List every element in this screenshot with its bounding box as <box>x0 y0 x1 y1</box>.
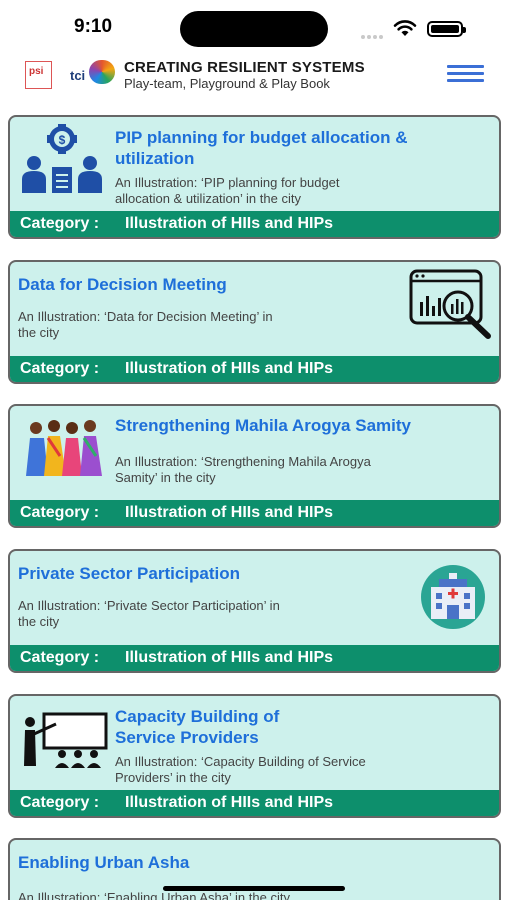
card-category-bar: Category : Illustration of HIIs and HIPs <box>10 790 499 816</box>
card-category-bar: Category : Illustration of HIIs and HIPs <box>10 645 499 671</box>
women-group-icon <box>26 420 102 476</box>
budget-team-icon: $ <box>22 124 102 193</box>
card-title: Data for Decision Meeting <box>18 275 227 294</box>
svg-text:$: $ <box>59 133 66 147</box>
battery-icon <box>427 21 466 37</box>
card-description: An Illustration: ‘PIP planning for budge… <box>115 175 340 206</box>
home-indicator[interactable] <box>163 886 345 891</box>
card-title: Capacity Building of Service Providers <box>115 707 280 747</box>
card-description: An Illustration: ‘Strengthening Mahila A… <box>115 454 371 485</box>
card-title: Strengthening Mahila Arogya Samity <box>115 416 411 435</box>
status-bar: 9:10 <box>0 0 507 56</box>
hamburger-menu-icon[interactable] <box>447 65 484 83</box>
card-description: An Illustration: ‘Private Sector Partici… <box>18 598 280 629</box>
category-label: Category : <box>20 649 100 666</box>
card-capacity-building[interactable]: Capacity Building of Service Providers An… <box>8 694 501 818</box>
card-category-bar: Category : Illustration of HIIs and HIPs <box>10 356 499 382</box>
category-label: Category : <box>20 794 100 811</box>
tci-logo-text: tci <box>70 68 86 83</box>
category-label: Category : <box>20 215 100 232</box>
category-value: Illustration of HIIs and HIPs <box>125 360 334 377</box>
card-data-for-decision[interactable]: Data for Decision Meeting An Illustratio… <box>8 260 501 384</box>
card-title: Private Sector Participation <box>18 564 241 583</box>
psi-logo: psi <box>25 61 52 89</box>
card-description: An Illustration: ‘Data for Decision Meet… <box>18 309 273 340</box>
status-time: 9:10 <box>74 16 113 37</box>
wifi-icon <box>393 20 417 36</box>
hospital-building-icon <box>421 565 485 629</box>
category-value: Illustration of HIIs and HIPs <box>125 649 334 666</box>
psi-logo-text: psi <box>29 66 44 77</box>
category-label: Category : <box>20 504 100 521</box>
data-analysis-icon <box>409 269 491 339</box>
page-title: CREATING RESILIENT SYSTEMS <box>124 59 365 76</box>
card-mahila-arogya[interactable]: Strengthening Mahila Arogya Samity An Il… <box>8 404 501 528</box>
tci-logo <box>89 60 115 84</box>
card-description: An Illustration: ‘Capacity Building of S… <box>115 754 366 785</box>
card-category-bar: Category : Illustration of HIIs and HIPs <box>10 211 499 237</box>
card-category-bar: Category : Illustration of HIIs and HIPs <box>10 500 499 526</box>
app-header: psi tci CREATING RESILIENT SYSTEMS Play-… <box>0 56 507 96</box>
card-private-sector[interactable]: Private Sector Participation An Illustra… <box>8 549 501 673</box>
card-title: PIP planning for budget allocation & util… <box>115 128 408 168</box>
card-title: Enabling Urban Asha <box>18 853 190 872</box>
category-value: Illustration of HIIs and HIPs <box>125 794 334 811</box>
dynamic-island <box>180 11 328 47</box>
category-value: Illustration of HIIs and HIPs <box>125 504 334 521</box>
card-pip-planning[interactable]: $ PIP planning for budget allocation & ut… <box>8 115 501 239</box>
card-description: An Illustration: ‘Enabling Urban Asha’ i… <box>18 890 290 900</box>
page-subtitle: Play-team, Playground & Play Book <box>124 76 330 91</box>
training-presentation-icon <box>24 712 108 768</box>
signal-icon <box>361 26 385 44</box>
category-label: Category : <box>20 360 100 377</box>
category-value: Illustration of HIIs and HIPs <box>125 215 334 232</box>
